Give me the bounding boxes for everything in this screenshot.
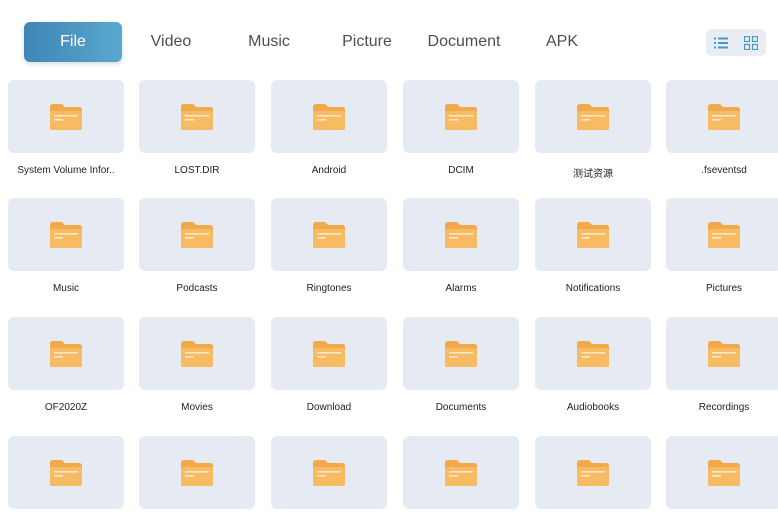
folder-label: OF2020Z: [44, 402, 88, 413]
folder-icon: [181, 221, 213, 248]
folder-item[interactable]: Alarms: [403, 198, 519, 294]
folder-icon: [313, 103, 345, 130]
folder-item[interactable]: .fseventsd: [666, 80, 778, 176]
folder-item[interactable]: Podcasts: [139, 198, 255, 294]
folder-tile[interactable]: [535, 80, 651, 153]
folder-icon: [181, 459, 213, 486]
folder-label: Android: [311, 165, 347, 176]
folder-icon: [445, 459, 477, 486]
folder-icon: [313, 221, 345, 248]
folder-tile[interactable]: [271, 436, 387, 509]
folder-tile[interactable]: [403, 80, 519, 153]
folder-grid: System Volume Infor.. LOST.DIR Android DCIM…: [0, 0, 778, 509]
folder-label: Music: [52, 283, 80, 294]
folder-label: Pictures: [705, 283, 743, 294]
folder-icon: [708, 459, 740, 486]
folder-tile[interactable]: [271, 198, 387, 271]
folder-icon: [708, 221, 740, 248]
folder-icon: [445, 103, 477, 130]
folder-icon: [50, 103, 82, 130]
folder-tile[interactable]: [271, 317, 387, 390]
folder-tile[interactable]: [139, 80, 255, 153]
folder-icon: [577, 103, 609, 130]
folder-icon: [445, 340, 477, 367]
folder-tile[interactable]: [139, 436, 255, 509]
folder-tile[interactable]: [8, 436, 124, 509]
folder-label: System Volume Infor..: [17, 165, 115, 176]
folder-tile[interactable]: [666, 317, 778, 390]
folder-label: Audiobooks: [566, 402, 620, 413]
folder-label: Documents: [435, 402, 487, 413]
folder-label: LOST.DIR: [174, 165, 220, 176]
folder-icon: [313, 459, 345, 486]
folder-item[interactable]: DCIM: [403, 80, 519, 176]
folder-item[interactable]: Pictures: [666, 198, 778, 294]
folder-item[interactable]: [8, 436, 124, 521]
folder-icon: [50, 340, 82, 367]
folder-label: Movies: [181, 402, 213, 413]
folder-tile[interactable]: [666, 80, 778, 153]
folder-tile[interactable]: [139, 198, 255, 271]
folder-tile[interactable]: [8, 80, 124, 153]
folder-item[interactable]: Notifications: [535, 198, 651, 294]
folder-icon: [577, 459, 609, 486]
folder-item[interactable]: Android: [271, 80, 387, 176]
folder-tile[interactable]: [666, 436, 778, 509]
folder-tile[interactable]: [271, 80, 387, 153]
folder-item[interactable]: Audiobooks: [535, 317, 651, 413]
folder-label: Notifications: [565, 283, 621, 294]
folder-item[interactable]: Music: [8, 198, 124, 294]
folder-tile[interactable]: [403, 198, 519, 271]
folder-icon: [577, 340, 609, 367]
folder-label: Podcasts: [176, 283, 218, 294]
folder-item[interactable]: Ringtones: [271, 198, 387, 294]
folder-icon: [313, 340, 345, 367]
folder-item[interactable]: [535, 436, 651, 521]
folder-tile[interactable]: [139, 317, 255, 390]
folder-item[interactable]: [403, 436, 519, 521]
folder-icon: [181, 340, 213, 367]
folder-tile[interactable]: [666, 198, 778, 271]
folder-icon: [181, 103, 213, 130]
folder-tile[interactable]: [403, 436, 519, 509]
folder-item[interactable]: LOST.DIR: [139, 80, 255, 176]
folder-label: Recordings: [698, 402, 750, 413]
folder-tile[interactable]: [535, 436, 651, 509]
folder-icon: [708, 103, 740, 130]
folder-label: .fseventsd: [701, 165, 747, 176]
folder-item[interactable]: Recordings: [666, 317, 778, 413]
folder-tile[interactable]: [8, 198, 124, 271]
folder-item[interactable]: OF2020Z: [8, 317, 124, 413]
folder-item[interactable]: 测试资源: [535, 80, 651, 180]
folder-label: 测试资源: [573, 169, 613, 180]
folder-icon: [445, 221, 477, 248]
folder-item[interactable]: [139, 436, 255, 521]
folder-item[interactable]: Documents: [403, 317, 519, 413]
folder-label: DCIM: [448, 165, 474, 176]
folder-item[interactable]: Movies: [139, 317, 255, 413]
folder-icon: [577, 221, 609, 248]
folder-icon: [50, 459, 82, 486]
folder-label: Ringtones: [306, 283, 352, 294]
folder-tile[interactable]: [535, 317, 651, 390]
folder-item[interactable]: System Volume Infor..: [8, 80, 124, 176]
folder-label: Download: [306, 402, 352, 413]
folder-tile[interactable]: [403, 317, 519, 390]
folder-tile[interactable]: [8, 317, 124, 390]
folder-item[interactable]: Download: [271, 317, 387, 413]
folder-item[interactable]: [271, 436, 387, 521]
folder-icon: [708, 340, 740, 367]
folder-tile[interactable]: [535, 198, 651, 271]
folder-icon: [50, 221, 82, 248]
folder-item[interactable]: [666, 436, 778, 521]
folder-label: Alarms: [445, 283, 477, 294]
